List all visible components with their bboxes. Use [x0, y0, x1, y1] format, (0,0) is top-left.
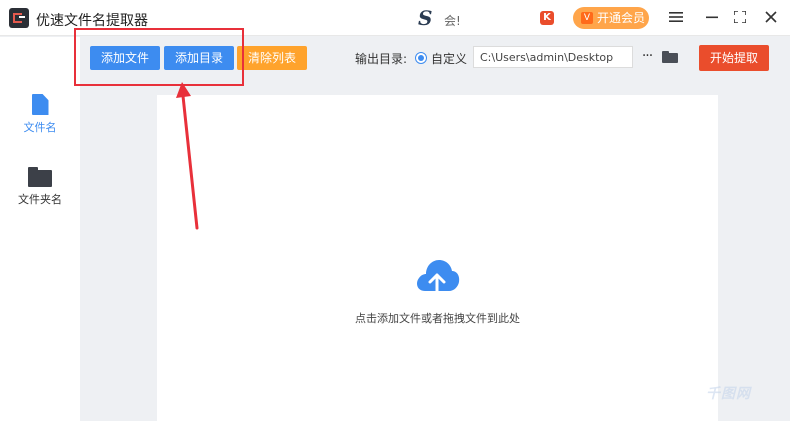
minimize-icon[interactable]	[702, 8, 722, 28]
maximize-icon[interactable]	[730, 8, 750, 28]
brand-logo-icon: S	[418, 6, 433, 30]
app-logo-icon	[9, 8, 29, 28]
annotation-highlight-box	[74, 28, 244, 86]
open-folder-icon[interactable]	[662, 51, 678, 63]
folder-icon	[28, 167, 52, 187]
vip-badge-icon: V	[581, 12, 593, 24]
app-title: 优速文件名提取器	[36, 13, 148, 29]
cloud-upload-icon	[417, 260, 460, 297]
sidebar-item-label: 文件夹名	[18, 193, 62, 206]
more-options-icon[interactable]: ···	[639, 46, 655, 68]
file-drop-area[interactable]: 点击添加文件或者拖拽文件到此处	[157, 95, 718, 421]
sidebar: 文件名 文件夹名	[0, 37, 80, 421]
menu-icon[interactable]	[666, 8, 686, 28]
drop-hint-text: 点击添加文件或者拖拽文件到此处	[355, 312, 520, 325]
clear-list-button[interactable]: 清除列表	[237, 46, 307, 70]
custom-dir-radio[interactable]	[415, 52, 427, 64]
output-dir-label: 输出目录:	[355, 52, 408, 66]
output-path-input[interactable]	[473, 46, 633, 68]
start-extract-button[interactable]: 开始提取	[699, 45, 769, 71]
watermark-text: 千图网	[706, 386, 751, 402]
open-vip-button[interactable]: V 开通会员	[573, 7, 649, 29]
sidebar-item-foldername[interactable]: 文件夹名	[0, 167, 80, 207]
close-icon[interactable]	[761, 8, 781, 28]
file-icon	[31, 94, 49, 115]
brand-logo-text: 会!	[444, 14, 461, 28]
sidebar-item-filename[interactable]: 文件名	[0, 94, 80, 135]
gift-icon[interactable]: K	[540, 11, 554, 25]
custom-dir-radio-label[interactable]: 自定义	[431, 50, 467, 67]
open-vip-label: 开通会员	[597, 11, 646, 25]
sidebar-item-label: 文件名	[23, 121, 57, 134]
